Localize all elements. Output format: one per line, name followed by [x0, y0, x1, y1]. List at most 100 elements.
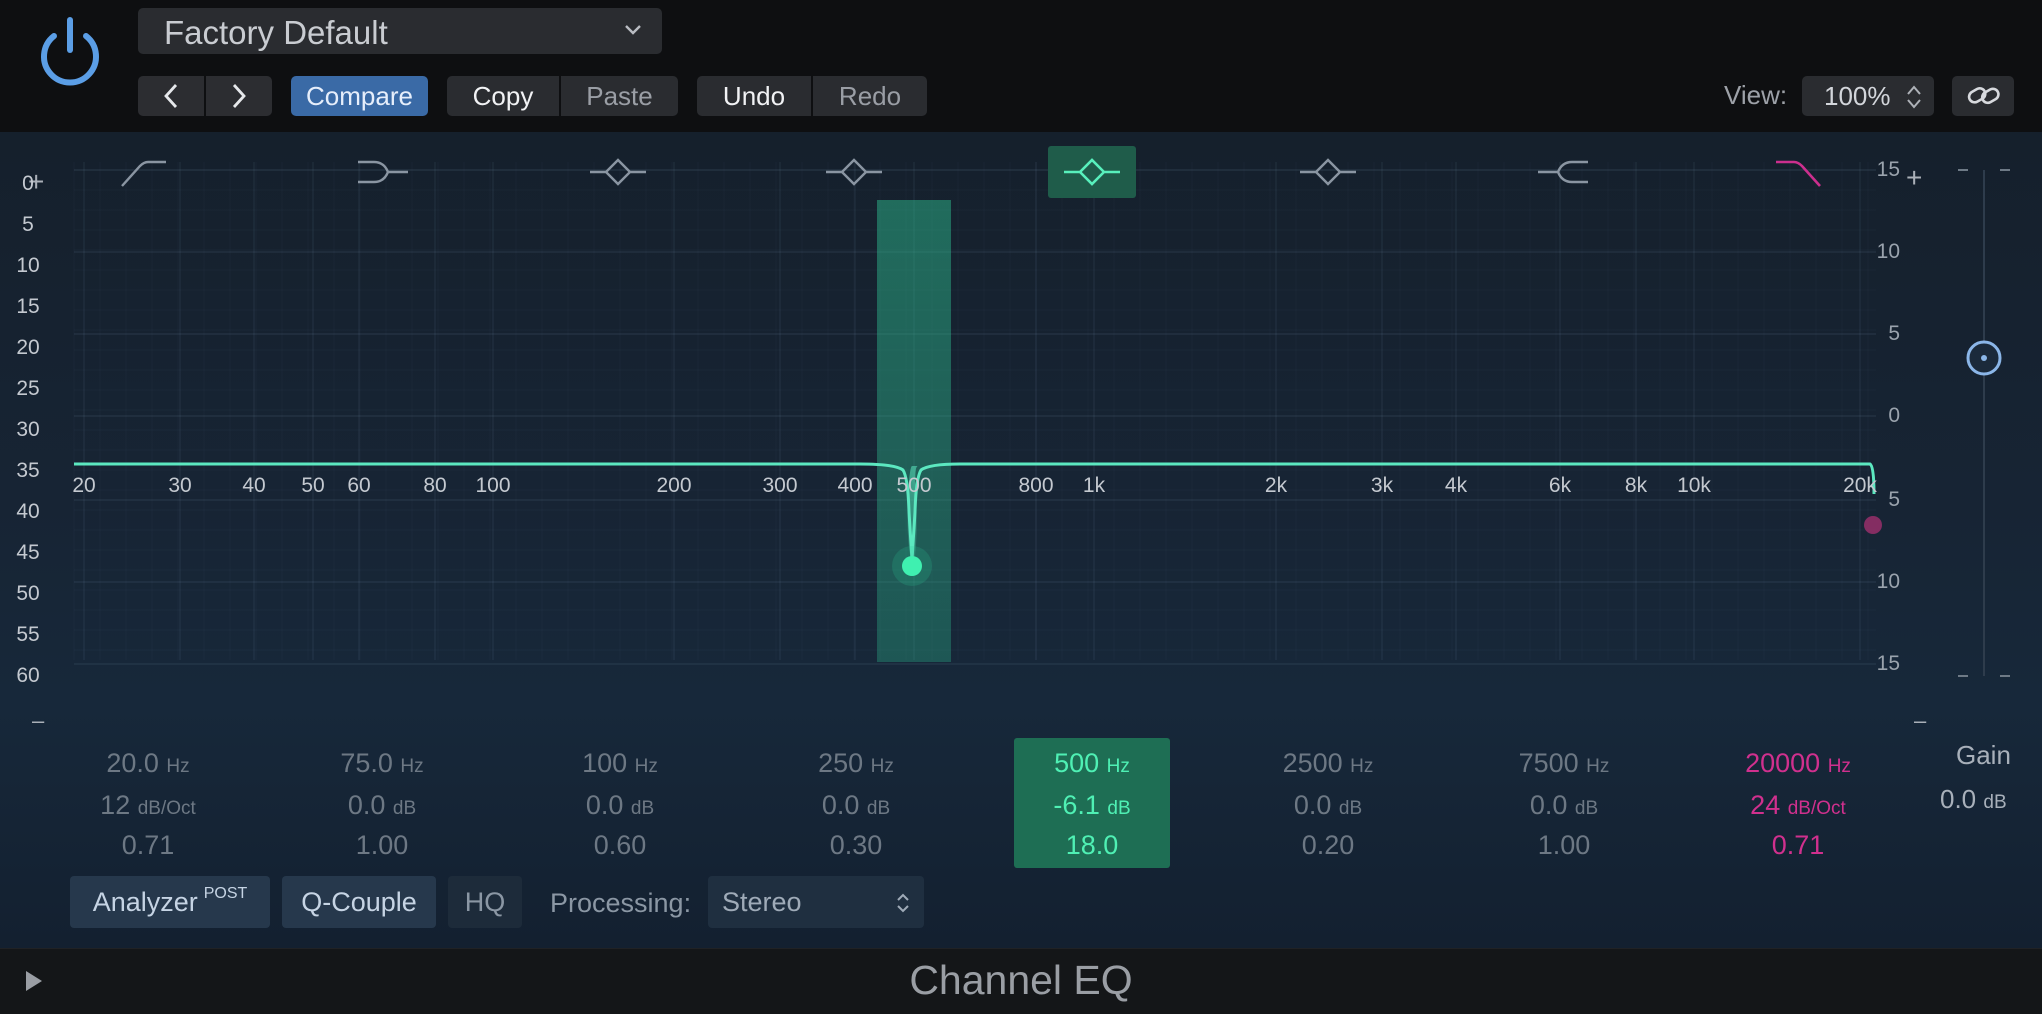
band-5-handle[interactable] — [902, 556, 922, 576]
analyzer-scale-label: 60 — [16, 664, 40, 687]
band-4-gain-field[interactable]: 0.0 dB — [778, 790, 934, 821]
previous-preset-button[interactable] — [138, 76, 204, 116]
next-preset-button[interactable] — [206, 76, 272, 116]
band-5-gain-field[interactable]: -6.1 dB — [1014, 790, 1170, 821]
link-button[interactable] — [1952, 76, 2014, 116]
band-4-frequency-field[interactable]: 250 Hz — [778, 748, 934, 779]
band-7-type-button[interactable] — [1520, 146, 1608, 198]
processing-select[interactable]: Stereo — [708, 876, 924, 928]
band-5-type-button[interactable] — [1048, 146, 1136, 198]
bell-icon — [590, 158, 646, 186]
freq-tick: 400 — [837, 474, 873, 497]
bell-icon — [826, 158, 882, 186]
freq-tick: 300 — [762, 474, 798, 497]
freq-tick: 500 — [896, 474, 932, 497]
freq-tick: 80 — [423, 474, 447, 497]
view-zoom-value: 100% — [1824, 81, 1891, 111]
band-6-type-button[interactable] — [1284, 146, 1372, 198]
band-1-frequency-field[interactable]: 20.0 Hz — [70, 748, 226, 779]
analyzer-scale-label: 15 — [16, 295, 40, 318]
analyzer-scale-label: 20 — [16, 336, 40, 359]
band-7-params: 7500 Hz 0.0 dB 1.00 — [1486, 738, 1642, 868]
band-7-frequency-field[interactable]: 7500 Hz — [1486, 748, 1642, 779]
undo-button[interactable]: Undo — [697, 76, 811, 116]
band-7-q-field[interactable]: 1.00 — [1486, 830, 1642, 861]
freq-tick: 2k — [1264, 474, 1288, 497]
band-5-frequency-field[interactable]: 500 Hz — [1014, 748, 1170, 779]
power-icon[interactable] — [32, 14, 108, 90]
band-7-gain-field[interactable]: 0.0 dB — [1486, 790, 1642, 821]
band-3-q-field[interactable]: 0.60 — [542, 830, 698, 861]
bell-icon — [1064, 158, 1120, 186]
bell-icon — [1300, 158, 1356, 186]
processing-label: Processing: — [550, 888, 692, 918]
plugin-header: Factory Default Compare Copy Paste Undo … — [0, 0, 2042, 132]
zoom-out-left-button[interactable]: – — [32, 708, 44, 734]
processing-value: Stereo — [722, 887, 802, 917]
preset-name: Factory Default — [164, 14, 388, 51]
zoom-in-right-button[interactable]: + — [1906, 162, 1922, 194]
analyzer-scale-label: 0 — [22, 172, 34, 195]
view-label: View: — [1724, 80, 1788, 110]
band-2-params: 75.0 Hz 0.0 dB 1.00 — [304, 738, 460, 868]
zoom-out-right-button[interactable]: – — [1914, 708, 1926, 734]
stepper-icon — [1907, 85, 1921, 109]
band-8-q-field[interactable]: 0.71 — [1720, 830, 1876, 861]
freq-tick: 20k — [1843, 474, 1877, 497]
band-8-frequency-field[interactable]: 20000 Hz — [1720, 748, 1876, 779]
analyzer-scale-label: 5 — [22, 213, 34, 236]
selected-band-highlight — [877, 200, 951, 662]
band-2-gain-field[interactable]: 0.0 dB — [304, 790, 460, 821]
band-4-q-field[interactable]: 0.30 — [778, 830, 934, 861]
band-1-gain-field[interactable]: 12 dB/Oct — [70, 790, 226, 821]
analyzer-button[interactable]: Analyzer POST — [70, 876, 270, 928]
band-6-params: 2500 Hz 0.0 dB 0.20 — [1250, 738, 1406, 868]
analyzer-scale-label: 10 — [16, 254, 40, 277]
redo-button[interactable]: Redo — [813, 76, 927, 116]
gain-scale-label: 5 — [1888, 322, 1900, 345]
band-5-params: 500 Hz -6.1 dB 18.0 — [1014, 738, 1170, 868]
band-1-q-field[interactable]: 0.71 — [70, 830, 226, 861]
plugin-footer: Channel EQ — [0, 948, 2042, 1014]
analyzer-scale-label: 40 — [16, 500, 40, 523]
band-8-gain-field[interactable]: 24 dB/Oct — [1720, 790, 1876, 821]
eq-panel: + + – – 0 5 10 15 20 25 30 35 40 45 50 55 60 15 10 5 0 5… — [0, 132, 2042, 948]
high-shelf-icon — [1538, 160, 1588, 184]
plugin-title: Channel EQ — [909, 957, 1133, 1003]
freq-tick: 20 — [72, 474, 96, 497]
gain-scale-label: 10 — [1876, 570, 1900, 593]
analyzer-scale-label: 30 — [16, 418, 40, 441]
band-3-params: 100 Hz 0.0 dB 0.60 — [542, 738, 698, 868]
band-3-type-button[interactable] — [574, 146, 662, 198]
band-6-gain-field[interactable]: 0.0 dB — [1250, 790, 1406, 821]
freq-tick: 30 — [168, 474, 192, 497]
band-2-frequency-field[interactable]: 75.0 Hz — [304, 748, 460, 779]
preset-dropdown[interactable]: Factory Default — [138, 8, 662, 54]
band-3-frequency-field[interactable]: 100 Hz — [542, 748, 698, 779]
band-3-gain-field[interactable]: 0.0 dB — [542, 790, 698, 821]
hq-button[interactable]: HQ — [448, 876, 522, 928]
q-couple-button[interactable]: Q-Couple — [282, 876, 436, 928]
gain-scale-label: 15 — [1876, 158, 1900, 181]
band-4-type-button[interactable] — [810, 146, 898, 198]
band-8-handle[interactable] — [1864, 516, 1882, 534]
gain-value[interactable]: 0.0 dB — [1940, 784, 2007, 815]
band-1-type-button[interactable] — [100, 146, 188, 198]
band-5-q-field[interactable]: 18.0 — [1014, 830, 1170, 861]
freq-tick: 50 — [301, 474, 325, 497]
freq-tick: 40 — [242, 474, 266, 497]
eq-graph[interactable] — [0, 132, 2042, 752]
freq-tick: 200 — [656, 474, 692, 497]
copy-button[interactable]: Copy — [447, 76, 559, 116]
band-8-type-button[interactable] — [1756, 146, 1844, 198]
band-2-q-field[interactable]: 1.00 — [304, 830, 460, 861]
freq-tick: 6k — [1548, 474, 1572, 497]
band-6-q-field[interactable]: 0.20 — [1250, 830, 1406, 861]
eq-curve — [74, 462, 1876, 561]
compare-button[interactable]: Compare — [291, 76, 428, 116]
freq-tick: 10k — [1677, 474, 1711, 497]
view-zoom-select[interactable]: 100% — [1802, 76, 1934, 116]
band-6-frequency-field[interactable]: 2500 Hz — [1250, 748, 1406, 779]
paste-button[interactable]: Paste — [561, 76, 678, 116]
band-2-type-button[interactable] — [338, 146, 426, 198]
